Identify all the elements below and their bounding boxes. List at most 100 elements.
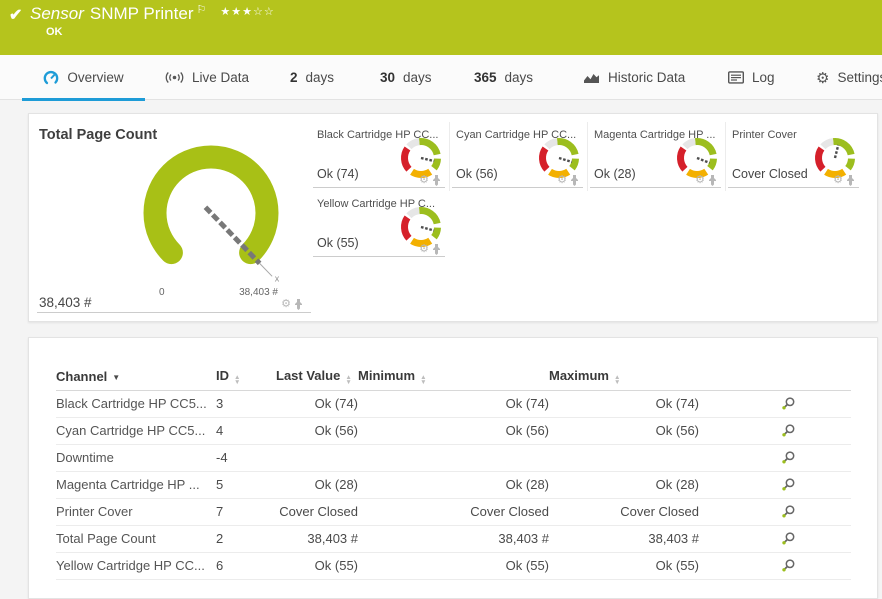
cell-minimum: Ok (28) (358, 471, 549, 498)
pin-icon[interactable] (708, 174, 717, 186)
channel-gauge-value: Ok (56) (456, 167, 498, 181)
main-gauge-value: 38,403 # (39, 295, 92, 310)
column-header-last-value[interactable]: Last Value▲▼ (276, 364, 358, 390)
divider (452, 187, 583, 188)
historic-chart-icon (583, 71, 600, 85)
gauge-icon (43, 70, 59, 86)
table-row[interactable]: Black Cartridge HP CC5... 3 Ok (74) Ok (… (56, 390, 851, 417)
tab-bar: Overview Live Data 2 days 30 days 365 da… (0, 55, 882, 100)
channel-gauge-card[interactable]: Yellow Cartridge HP C... Ok (55) ⚙ (311, 191, 449, 260)
tab-30-days[interactable]: 30 days (380, 55, 432, 100)
cell-last-value: Cover Closed (276, 498, 358, 525)
gear-icon[interactable]: ⚙ (419, 175, 429, 186)
gear-icon[interactable]: ⚙ (557, 175, 567, 186)
channels-panel: Channel▼ ID▲▼ Last Value▲▼ Minimum▲▼ Max… (28, 337, 878, 599)
cell-channel: Magenta Cartridge HP ... (56, 471, 216, 498)
status-check-icon: ✔ (9, 5, 22, 25)
table-row[interactable]: Magenta Cartridge HP ... 5 Ok (28) Ok (2… (56, 471, 851, 498)
sort-icon: ▲▼ (614, 375, 620, 385)
total-page-count-card[interactable]: Total Page Count x 0 38,403 # 38,403 # ⚙ (29, 114, 311, 323)
tab-label: Historic Data (608, 70, 685, 85)
tab-log[interactable]: Log (728, 55, 775, 100)
flag-icon[interactable]: ⚐ (196, 4, 206, 16)
channel-zoom-icon[interactable] (781, 423, 796, 438)
pin-icon[interactable] (570, 174, 579, 186)
gear-icon[interactable]: ⚙ (281, 299, 291, 310)
table-row[interactable]: Cyan Cartridge HP CC5... 4 Ok (56) Ok (5… (56, 417, 851, 444)
channel-gauge-card[interactable]: Black Cartridge HP CC... Ok (74) ⚙ (311, 122, 449, 191)
tab-label: days (403, 70, 432, 85)
cell-minimum: Ok (56) (358, 417, 549, 444)
cell-last-value (276, 444, 358, 471)
cell-last-value: Ok (74) (276, 390, 358, 417)
sort-desc-icon: ▼ (112, 373, 120, 382)
gauge-scale-max: 38,403 # (214, 287, 278, 298)
table-row[interactable]: Yellow Cartridge HP CC... 6 Ok (55) Ok (… (56, 552, 851, 579)
live-data-icon (165, 71, 184, 84)
tab-365-days[interactable]: 365 days (474, 55, 533, 100)
stars-filled: ★★★ (220, 6, 253, 18)
cell-maximum: Ok (56) (549, 417, 699, 444)
gear-icon[interactable]: ⚙ (419, 244, 429, 255)
table-row[interactable]: Printer Cover 7 Cover Closed Cover Close… (56, 498, 851, 525)
tab-label: Log (752, 70, 775, 85)
tab-2-days[interactable]: 2 days (290, 55, 334, 100)
channel-zoom-icon[interactable] (781, 531, 796, 546)
cell-id: 6 (216, 552, 276, 579)
channel-zoom-icon[interactable] (781, 396, 796, 411)
channel-table-body: Black Cartridge HP CC5... 3 Ok (74) Ok (… (56, 390, 851, 579)
channel-gauge-value: Ok (28) (594, 167, 636, 181)
stars-empty: ☆☆ (253, 6, 275, 18)
channel-gauge-card[interactable]: Magenta Cartridge HP ... Ok (28) ⚙ (587, 122, 725, 191)
cell-minimum: Ok (55) (358, 552, 549, 579)
cell-last-value: 38,403 # (276, 525, 358, 552)
gear-icon[interactable]: ⚙ (833, 175, 843, 186)
channel-zoom-icon[interactable] (781, 477, 796, 492)
pin-icon[interactable] (294, 298, 303, 310)
channel-table: Channel▼ ID▲▼ Last Value▲▼ Minimum▲▼ Max… (56, 364, 851, 580)
column-header-maximum[interactable]: Maximum▲▼ (549, 364, 699, 390)
pin-icon[interactable] (846, 174, 855, 186)
tab-number: 2 (290, 70, 298, 85)
table-row[interactable]: Total Page Count 2 38,403 # 38,403 # 38,… (56, 525, 851, 552)
channel-gauge-card[interactable]: Printer Cover Cover Closed ⚙ (725, 122, 863, 191)
pin-icon[interactable] (432, 174, 441, 186)
gauge-scale-min: 0 (159, 287, 165, 298)
cell-maximum: Ok (74) (549, 390, 699, 417)
table-header-row: Channel▼ ID▲▼ Last Value▲▼ Minimum▲▼ Max… (56, 364, 851, 390)
tab-historic-data[interactable]: Historic Data (583, 55, 685, 100)
channel-gauge-value: Ok (74) (317, 167, 359, 181)
tab-live-data[interactable]: Live Data (165, 55, 249, 100)
gear-icon: ⚙ (816, 69, 829, 87)
sensor-name: SNMP Printer (90, 4, 194, 23)
cell-channel: Total Page Count (56, 525, 216, 552)
cell-channel: Cyan Cartridge HP CC5... (56, 417, 216, 444)
tab-label: days (306, 70, 335, 85)
priority-stars[interactable]: ★★★☆☆ (220, 6, 274, 18)
channel-gauge-value: Ok (55) (317, 236, 359, 250)
total-page-count-gauge: x (121, 125, 303, 297)
column-header-id[interactable]: ID▲▼ (216, 364, 276, 390)
channel-zoom-icon[interactable] (781, 558, 796, 573)
tab-overview[interactable]: Overview (22, 55, 145, 100)
sort-icon: ▲▼ (420, 375, 426, 385)
channel-gauge-card[interactable]: Cyan Cartridge HP CC... Ok (56) ⚙ (449, 122, 587, 191)
channel-zoom-icon[interactable] (781, 504, 796, 519)
tab-label: Settings (837, 70, 882, 85)
gauges-panel: Total Page Count x 0 38,403 # 38,403 # ⚙… (28, 113, 878, 322)
column-header-minimum[interactable]: Minimum▲▼ (358, 364, 549, 390)
column-header-channel[interactable]: Channel▼ (56, 364, 216, 390)
gear-icon[interactable]: ⚙ (695, 175, 705, 186)
cell-maximum: Ok (55) (549, 552, 699, 579)
channel-zoom-icon[interactable] (781, 450, 796, 465)
cell-maximum: Ok (28) (549, 471, 699, 498)
tab-number: 365 (474, 70, 497, 85)
cell-id: -4 (216, 444, 276, 471)
tab-settings[interactable]: ⚙ Settings (816, 55, 882, 100)
cell-channel: Black Cartridge HP CC5... (56, 390, 216, 417)
pin-icon[interactable] (432, 243, 441, 255)
cell-last-value: Ok (55) (276, 552, 358, 579)
gauge-grid: Black Cartridge HP CC... Ok (74) ⚙ Cyan … (311, 122, 867, 268)
cell-channel: Downtime (56, 444, 216, 471)
table-row[interactable]: Downtime -4 (56, 444, 851, 471)
